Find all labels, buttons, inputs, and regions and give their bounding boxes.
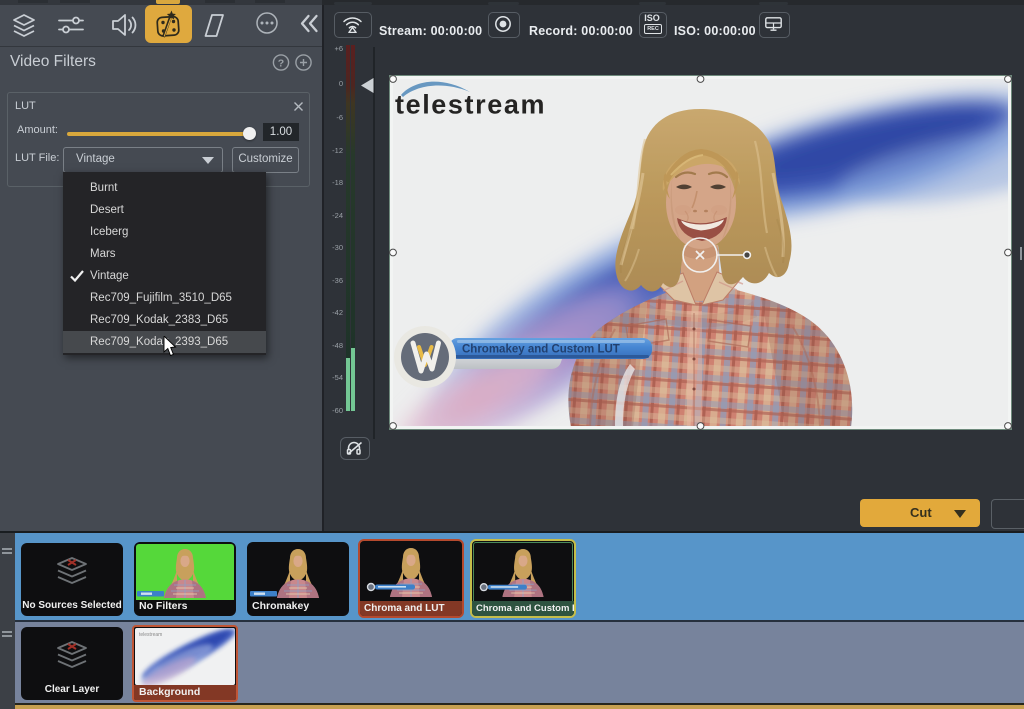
svg-text:?: ? <box>278 58 284 70</box>
svg-text:-24: -24 <box>332 211 343 220</box>
svg-text:-54: -54 <box>332 373 343 382</box>
svg-text:0: 0 <box>339 79 343 88</box>
svg-text:-48: -48 <box>332 341 343 350</box>
svg-text:-12: -12 <box>332 146 343 155</box>
svg-text:telestream: telestream <box>139 632 162 638</box>
svg-text:-36: -36 <box>332 276 343 285</box>
svg-text:-6: -6 <box>336 113 343 122</box>
svg-text:-18: -18 <box>332 178 343 187</box>
svg-text:+6: +6 <box>334 44 343 53</box>
svg-text:-42: -42 <box>332 308 343 317</box>
svg-text:-60: -60 <box>332 406 343 415</box>
svg-text:-30: -30 <box>332 243 343 252</box>
